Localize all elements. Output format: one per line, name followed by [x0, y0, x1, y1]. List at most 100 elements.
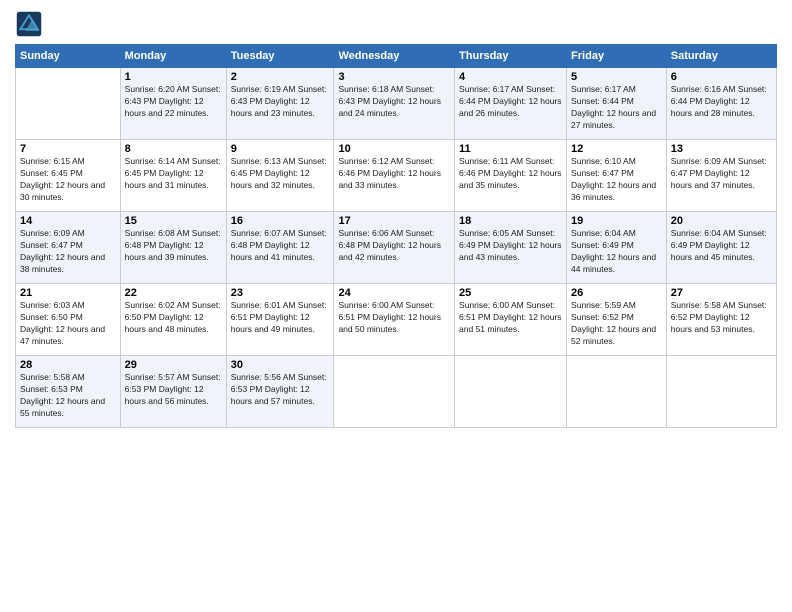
column-header-wednesday: Wednesday	[334, 45, 455, 68]
calendar-cell: 24Sunrise: 6:00 AM Sunset: 6:51 PM Dayli…	[334, 284, 455, 356]
day-number: 27	[671, 287, 772, 299]
calendar-cell	[16, 68, 121, 140]
calendar-cell: 27Sunrise: 5:58 AM Sunset: 6:52 PM Dayli…	[666, 284, 776, 356]
day-number: 17	[338, 215, 450, 227]
calendar-cell: 6Sunrise: 6:16 AM Sunset: 6:44 PM Daylig…	[666, 68, 776, 140]
calendar-cell: 2Sunrise: 6:19 AM Sunset: 6:43 PM Daylig…	[226, 68, 334, 140]
calendar-cell: 29Sunrise: 5:57 AM Sunset: 6:53 PM Dayli…	[120, 356, 226, 428]
week-row-1: 1Sunrise: 6:20 AM Sunset: 6:43 PM Daylig…	[16, 68, 777, 140]
logo-icon	[15, 10, 43, 38]
day-number: 12	[571, 143, 662, 155]
day-info: Sunrise: 6:04 AM Sunset: 6:49 PM Dayligh…	[671, 228, 772, 264]
day-info: Sunrise: 5:57 AM Sunset: 6:53 PM Dayligh…	[125, 372, 222, 408]
calendar-cell: 11Sunrise: 6:11 AM Sunset: 6:46 PM Dayli…	[455, 140, 567, 212]
day-info: Sunrise: 6:07 AM Sunset: 6:48 PM Dayligh…	[231, 228, 330, 264]
calendar-cell	[567, 356, 667, 428]
day-info: Sunrise: 6:06 AM Sunset: 6:48 PM Dayligh…	[338, 228, 450, 264]
calendar-cell: 8Sunrise: 6:14 AM Sunset: 6:45 PM Daylig…	[120, 140, 226, 212]
day-info: Sunrise: 6:18 AM Sunset: 6:43 PM Dayligh…	[338, 84, 450, 120]
day-number: 5	[571, 71, 662, 83]
day-info: Sunrise: 6:16 AM Sunset: 6:44 PM Dayligh…	[671, 84, 772, 120]
day-number: 14	[20, 215, 116, 227]
calendar-cell: 17Sunrise: 6:06 AM Sunset: 6:48 PM Dayli…	[334, 212, 455, 284]
day-info: Sunrise: 6:00 AM Sunset: 6:51 PM Dayligh…	[459, 300, 562, 336]
calendar-cell: 30Sunrise: 5:56 AM Sunset: 6:53 PM Dayli…	[226, 356, 334, 428]
day-number: 18	[459, 215, 562, 227]
day-number: 20	[671, 215, 772, 227]
day-info: Sunrise: 6:17 AM Sunset: 6:44 PM Dayligh…	[571, 84, 662, 132]
day-info: Sunrise: 6:01 AM Sunset: 6:51 PM Dayligh…	[231, 300, 330, 336]
column-header-monday: Monday	[120, 45, 226, 68]
day-info: Sunrise: 5:58 AM Sunset: 6:53 PM Dayligh…	[20, 372, 116, 420]
week-row-3: 14Sunrise: 6:09 AM Sunset: 6:47 PM Dayli…	[16, 212, 777, 284]
day-info: Sunrise: 5:58 AM Sunset: 6:52 PM Dayligh…	[671, 300, 772, 336]
day-number: 26	[571, 287, 662, 299]
day-info: Sunrise: 6:20 AM Sunset: 6:43 PM Dayligh…	[125, 84, 222, 120]
day-number: 1	[125, 71, 222, 83]
calendar-cell: 18Sunrise: 6:05 AM Sunset: 6:49 PM Dayli…	[455, 212, 567, 284]
logo	[15, 10, 47, 38]
day-number: 4	[459, 71, 562, 83]
day-number: 7	[20, 143, 116, 155]
day-info: Sunrise: 6:02 AM Sunset: 6:50 PM Dayligh…	[125, 300, 222, 336]
calendar-cell: 20Sunrise: 6:04 AM Sunset: 6:49 PM Dayli…	[666, 212, 776, 284]
day-number: 25	[459, 287, 562, 299]
day-info: Sunrise: 6:08 AM Sunset: 6:48 PM Dayligh…	[125, 228, 222, 264]
calendar-cell: 13Sunrise: 6:09 AM Sunset: 6:47 PM Dayli…	[666, 140, 776, 212]
day-number: 2	[231, 71, 330, 83]
week-row-4: 21Sunrise: 6:03 AM Sunset: 6:50 PM Dayli…	[16, 284, 777, 356]
day-number: 22	[125, 287, 222, 299]
day-info: Sunrise: 6:19 AM Sunset: 6:43 PM Dayligh…	[231, 84, 330, 120]
calendar-cell: 19Sunrise: 6:04 AM Sunset: 6:49 PM Dayli…	[567, 212, 667, 284]
column-header-tuesday: Tuesday	[226, 45, 334, 68]
column-header-sunday: Sunday	[16, 45, 121, 68]
calendar-cell: 28Sunrise: 5:58 AM Sunset: 6:53 PM Dayli…	[16, 356, 121, 428]
header	[15, 10, 777, 38]
day-number: 16	[231, 215, 330, 227]
calendar-cell: 14Sunrise: 6:09 AM Sunset: 6:47 PM Dayli…	[16, 212, 121, 284]
day-info: Sunrise: 6:11 AM Sunset: 6:46 PM Dayligh…	[459, 156, 562, 192]
day-number: 23	[231, 287, 330, 299]
day-number: 29	[125, 359, 222, 371]
calendar-cell: 26Sunrise: 5:59 AM Sunset: 6:52 PM Dayli…	[567, 284, 667, 356]
calendar-table: SundayMondayTuesdayWednesdayThursdayFrid…	[15, 44, 777, 428]
calendar-cell: 12Sunrise: 6:10 AM Sunset: 6:47 PM Dayli…	[567, 140, 667, 212]
calendar-cell: 5Sunrise: 6:17 AM Sunset: 6:44 PM Daylig…	[567, 68, 667, 140]
day-number: 30	[231, 359, 330, 371]
day-info: Sunrise: 6:14 AM Sunset: 6:45 PM Dayligh…	[125, 156, 222, 192]
calendar-cell: 23Sunrise: 6:01 AM Sunset: 6:51 PM Dayli…	[226, 284, 334, 356]
column-header-thursday: Thursday	[455, 45, 567, 68]
day-info: Sunrise: 6:09 AM Sunset: 6:47 PM Dayligh…	[20, 228, 116, 276]
calendar-cell	[666, 356, 776, 428]
day-number: 13	[671, 143, 772, 155]
calendar-cell: 7Sunrise: 6:15 AM Sunset: 6:45 PM Daylig…	[16, 140, 121, 212]
calendar-cell: 3Sunrise: 6:18 AM Sunset: 6:43 PM Daylig…	[334, 68, 455, 140]
week-row-5: 28Sunrise: 5:58 AM Sunset: 6:53 PM Dayli…	[16, 356, 777, 428]
day-number: 21	[20, 287, 116, 299]
calendar-cell: 1Sunrise: 6:20 AM Sunset: 6:43 PM Daylig…	[120, 68, 226, 140]
calendar-cell: 9Sunrise: 6:13 AM Sunset: 6:45 PM Daylig…	[226, 140, 334, 212]
calendar-cell: 4Sunrise: 6:17 AM Sunset: 6:44 PM Daylig…	[455, 68, 567, 140]
day-number: 19	[571, 215, 662, 227]
column-header-friday: Friday	[567, 45, 667, 68]
day-number: 10	[338, 143, 450, 155]
calendar-cell	[334, 356, 455, 428]
page: SundayMondayTuesdayWednesdayThursdayFrid…	[0, 0, 792, 612]
day-number: 3	[338, 71, 450, 83]
day-info: Sunrise: 6:09 AM Sunset: 6:47 PM Dayligh…	[671, 156, 772, 192]
day-info: Sunrise: 6:17 AM Sunset: 6:44 PM Dayligh…	[459, 84, 562, 120]
calendar-cell	[455, 356, 567, 428]
calendar-cell: 16Sunrise: 6:07 AM Sunset: 6:48 PM Dayli…	[226, 212, 334, 284]
header-row: SundayMondayTuesdayWednesdayThursdayFrid…	[16, 45, 777, 68]
day-number: 28	[20, 359, 116, 371]
day-number: 8	[125, 143, 222, 155]
calendar-cell: 15Sunrise: 6:08 AM Sunset: 6:48 PM Dayli…	[120, 212, 226, 284]
calendar-cell: 25Sunrise: 6:00 AM Sunset: 6:51 PM Dayli…	[455, 284, 567, 356]
week-row-2: 7Sunrise: 6:15 AM Sunset: 6:45 PM Daylig…	[16, 140, 777, 212]
column-header-saturday: Saturday	[666, 45, 776, 68]
calendar-cell: 22Sunrise: 6:02 AM Sunset: 6:50 PM Dayli…	[120, 284, 226, 356]
day-info: Sunrise: 6:13 AM Sunset: 6:45 PM Dayligh…	[231, 156, 330, 192]
day-info: Sunrise: 6:15 AM Sunset: 6:45 PM Dayligh…	[20, 156, 116, 204]
day-info: Sunrise: 6:05 AM Sunset: 6:49 PM Dayligh…	[459, 228, 562, 264]
day-info: Sunrise: 6:00 AM Sunset: 6:51 PM Dayligh…	[338, 300, 450, 336]
